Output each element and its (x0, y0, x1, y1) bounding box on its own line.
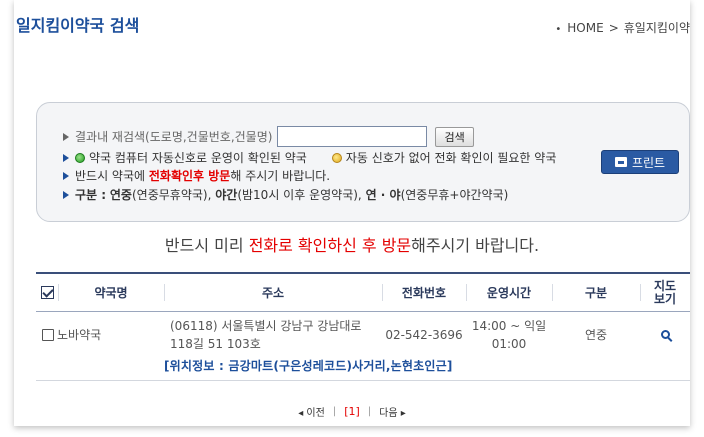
pager-divider: | (332, 406, 337, 417)
category-both-desc: (연중무휴+야간약국) (400, 188, 509, 202)
search-label: 결과내 재검색(도로명,건물번호,건물명) (75, 130, 273, 144)
visit-notice: 반드시 미리 전화로 확인하신 후 방문해주시기 바랍니다. (0, 232, 704, 256)
notice-prefix: 반드시 미리 (164, 236, 249, 255)
select-all-checkbox[interactable] (40, 286, 54, 299)
search-row: 결과내 재검색(도로명,건물번호,건물명) 검색 (63, 126, 474, 147)
category-yeonjung-desc: (연중무휴약국), (131, 188, 212, 202)
pagination: ◂ 이전 | [1] | 다음 ▸ (0, 404, 704, 419)
hours-line2: 01:00 (491, 336, 527, 351)
category-yeonjung: 연중 (109, 188, 132, 202)
search-button[interactable]: 검색 (435, 126, 474, 147)
search-input[interactable] (277, 126, 428, 147)
category-both: 연 · 야 (365, 188, 401, 202)
prev-page-link[interactable]: ◂ 이전 (298, 404, 325, 419)
col-hours: 운영시간 (466, 274, 552, 311)
pharmacy-hours: 14:00 ~ 익일 01:00 (466, 312, 552, 357)
legend-row: 약국 컴퓨터 자동신호로 운영이 확인된 약국 자동 신호가 없어 전화 확인이… (63, 149, 556, 166)
yellow-signal-icon (331, 152, 342, 163)
hours-line1: 14:00 ~ 익일 (471, 318, 547, 333)
print-button[interactable]: 프린트 (601, 150, 679, 174)
printer-icon (614, 157, 627, 167)
col-map-line1: 지도 (653, 278, 677, 293)
col-type: 구분 (552, 274, 640, 311)
col-name: 약국명 (58, 274, 164, 311)
col-map: 지도 보기 (640, 274, 690, 311)
col-map-line2: 보기 (653, 291, 677, 306)
triangle-bullet-icon (63, 190, 69, 199)
notice-row: 반드시 약국에 전화확인후 방문 해 주시기 바랍니다. (63, 167, 330, 184)
category-label: 구분 : (75, 188, 107, 202)
green-signal-icon (75, 152, 85, 163)
address-line2: 118길 51 103호 (170, 336, 261, 351)
next-page-link[interactable]: 다음 ▸ (379, 404, 406, 419)
col-phone: 전화번호 (382, 274, 466, 311)
legend-green-text: 약국 컴퓨터 자동신호로 운영이 확인된 약국 (89, 151, 307, 165)
bullet-icon: • (555, 24, 562, 35)
category-row: 구분 : 연중 (연중무휴약국), 야간 (밤10시 이후 운영약국), 연 · 야… (63, 186, 508, 203)
note-prefix: 반드시 약국에 (75, 169, 146, 183)
triangle-bullet-icon (63, 132, 69, 141)
magnifier-icon[interactable] (660, 330, 670, 339)
location-info: [위치정보 : 금강마트(구은성레코드)사거리,논현초인근] (36, 357, 690, 381)
pharmacy-type: 연중 (584, 328, 608, 342)
pharmacy-phone: 02-542-3696 (385, 327, 463, 342)
category-yagan-desc: (밤10시 이후 운영약국), (237, 188, 362, 202)
note-highlight: 전화확인후 방문 (148, 169, 231, 183)
pharmacy-table: 약국명 주소 전화번호 운영시간 구분 지도 보기 노바약국 (06118) 서… (36, 272, 690, 381)
category-yagan: 야간 (215, 188, 238, 202)
pharmacy-name[interactable]: 노바약국 (57, 326, 101, 343)
table-header: 약국명 주소 전화번호 운영시간 구분 지도 보기 (36, 272, 690, 312)
pharmacy-address: (06118) 서울특별시 강남구 강남대로 118길 51 103호 (164, 312, 382, 357)
current-page[interactable]: [1] (344, 405, 360, 418)
legend-yellow-text: 자동 신호가 없어 전화 확인이 필요한 약국 (345, 151, 557, 165)
note-suffix: 해 주시기 바랍니다. (230, 169, 331, 183)
breadcrumb-separator: > (608, 21, 619, 35)
row-checkbox[interactable] (42, 328, 54, 341)
table-row: 노바약국 (06118) 서울특별시 강남구 강남대로 118길 51 103호… (36, 312, 690, 357)
breadcrumb-current[interactable]: 휴일지킴이약 (624, 21, 690, 35)
search-panel: 결과내 재검색(도로명,건물번호,건물명) 검색 약국 컴퓨터 자동신호로 운영… (36, 102, 690, 222)
triangle-bullet-icon (63, 153, 69, 162)
print-label: 프린트 (631, 155, 666, 170)
notice-highlight: 전화로 확인하신 후 방문 (248, 236, 412, 255)
pager-divider: | (367, 406, 372, 417)
breadcrumb: • HOME > 휴일지킴이약 (555, 19, 690, 36)
breadcrumb-home[interactable]: HOME (567, 21, 603, 35)
notice-suffix: 해주시기 바랍니다. (411, 236, 540, 255)
col-address: 주소 (164, 274, 382, 311)
page-title: 일지킴이약국 검색 (16, 16, 140, 35)
triangle-bullet-icon (63, 171, 69, 180)
address-line1: (06118) 서울특별시 강남구 강남대로 (170, 318, 362, 333)
